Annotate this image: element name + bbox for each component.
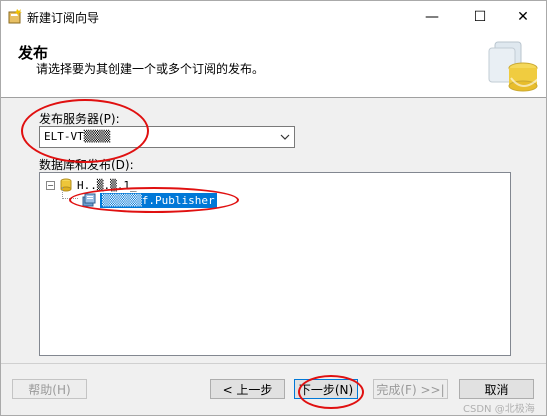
page-description: 请选择要为其创建一个或多个订阅的发布。 bbox=[36, 62, 265, 76]
tree-node-publication[interactable]: ▒▒▒▒▒▒f.Publisher bbox=[82, 192, 217, 208]
window-title: 新建订阅向导 bbox=[27, 11, 100, 25]
next-button[interactable]: 下一步(N) bbox=[294, 379, 358, 399]
publication-icon bbox=[82, 193, 96, 207]
watermark: CSDN @北极海heir bbox=[463, 404, 535, 416]
wizard-app-icon bbox=[8, 9, 22, 24]
minimize-icon: — bbox=[425, 8, 439, 25]
tree-node-server[interactable]: − H..▒.▒.1_ bbox=[46, 177, 137, 193]
wizard-header: 发布 请选择要为其创建一个或多个订阅的发布。 bbox=[1, 32, 546, 98]
database-graphic-icon bbox=[488, 41, 540, 92]
close-button[interactable]: ✕ bbox=[500, 1, 546, 32]
title-bar: 新建订阅向导 — ☐ ✕ bbox=[1, 1, 546, 32]
maximize-button[interactable]: ☐ bbox=[457, 1, 503, 32]
chevron-down-icon bbox=[280, 134, 290, 140]
wizard-window: 新建订阅向导 — ☐ ✕ 发布 请选择要为其创建一个或多个订阅的发布。 发布服务… bbox=[0, 0, 547, 416]
server-node-label: H..▒.▒.1_ bbox=[77, 178, 137, 192]
footer-divider bbox=[1, 363, 546, 364]
help-button[interactable]: 帮助(H) bbox=[12, 379, 87, 399]
databases-label: 数据库和发布(D): bbox=[39, 158, 134, 172]
publication-node-label: ▒▒▒▒▒▒f.Publisher bbox=[100, 192, 217, 208]
back-button[interactable]: < 上一步 bbox=[210, 379, 285, 399]
databases-tree[interactable]: − H..▒.▒.1_ ▒▒▒▒▒▒f.Publisher bbox=[39, 172, 511, 356]
collapse-icon[interactable]: − bbox=[46, 180, 55, 190]
maximize-icon: ☐ bbox=[473, 8, 487, 25]
publisher-combobox[interactable]: ELT-VT▒▒▒▒ bbox=[39, 126, 295, 148]
cancel-button[interactable]: 取消 bbox=[459, 379, 534, 399]
tree-connector bbox=[62, 187, 78, 199]
publisher-value: ELT-VT▒▒▒▒ bbox=[44, 130, 111, 143]
finish-button[interactable]: 完成(F) >>| bbox=[373, 379, 448, 399]
close-icon: ✕ bbox=[517, 8, 529, 25]
publisher-label: 发布服务器(P): bbox=[39, 112, 120, 126]
minimize-button[interactable]: — bbox=[409, 1, 455, 32]
